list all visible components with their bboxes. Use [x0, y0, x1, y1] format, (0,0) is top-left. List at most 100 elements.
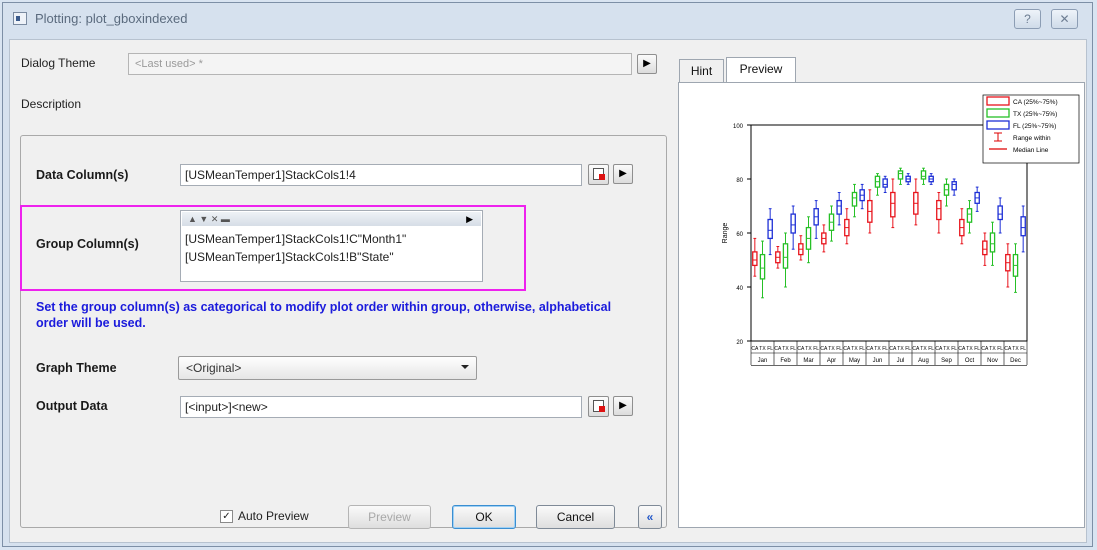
collapse-button[interactable]: « — [638, 505, 662, 529]
window-title: Plotting: plot_gboxindexed — [35, 11, 188, 26]
close-button[interactable]: ✕ — [1051, 9, 1078, 29]
x-sub-label: TX — [851, 346, 858, 352]
x-category-label: Oct — [965, 358, 975, 364]
x-sub-label: TX — [805, 346, 812, 352]
x-sub-label: FL — [928, 346, 934, 352]
legend-label: Median Line — [1013, 147, 1049, 154]
x-category-label: Aug — [918, 358, 929, 364]
x-sub-label: TX — [943, 346, 950, 352]
group-column-item[interactable]: [USMeanTemper1]StackCols1!B"State" — [185, 250, 394, 264]
legend-label: FL (25%~75%) — [1013, 123, 1056, 130]
legend-label: Range within — [1013, 135, 1051, 142]
x-category-label: Mar — [803, 358, 813, 364]
x-category-label: May — [849, 358, 860, 364]
group-columns-label: Group Column(s) — [36, 237, 139, 251]
x-sub-label: TX — [920, 346, 927, 352]
x-sub-label: CA — [1004, 346, 1012, 352]
x-sub-label: TX — [828, 346, 835, 352]
graph-theme-label: Graph Theme — [36, 361, 117, 375]
legend-label: CA (25%~75%) — [1013, 99, 1058, 106]
chevron-down-icon — [461, 365, 469, 369]
x-sub-label: TX — [989, 346, 996, 352]
x-sub-label: FL — [951, 346, 957, 352]
x-sub-label: TX — [782, 346, 789, 352]
dialog-theme-menu-button[interactable]: ▶ — [637, 54, 657, 74]
y-axis-label: Range — [722, 223, 729, 244]
x-category-label: Jun — [873, 358, 883, 364]
triangle-right-icon[interactable]: ▶ — [466, 212, 473, 226]
x-sub-label: FL — [882, 346, 888, 352]
y-tick-label: 20 — [736, 340, 743, 346]
x-category-label: Jan — [758, 358, 768, 364]
output-data-menu-button[interactable]: ▶ — [613, 396, 633, 416]
graph-theme-select[interactable]: <Original> — [178, 356, 477, 380]
x-sub-label: FL — [974, 346, 980, 352]
dialog-theme-label: Dialog Theme — [21, 56, 96, 70]
x-sub-label: TX — [897, 346, 904, 352]
triangle-right-icon: ▶ — [643, 58, 651, 69]
data-columns-picker-button[interactable] — [588, 164, 609, 185]
x-category-label: Dec — [1010, 358, 1021, 364]
triangle-right-icon: ▶ — [619, 400, 627, 411]
dialog-theme-combo[interactable]: <Last used> * — [128, 53, 632, 75]
triangle-right-icon: ▶ — [619, 168, 627, 179]
x-sub-label: TX — [966, 346, 973, 352]
x-sub-label: CA — [843, 346, 851, 352]
data-columns-menu-button[interactable]: ▶ — [613, 164, 633, 184]
y-tick-label: 100 — [733, 124, 744, 130]
group-order-note: Set the group column(s) as categorical t… — [36, 300, 612, 330]
preview-button[interactable]: Preview — [348, 505, 431, 529]
dialog-body: Dialog Theme <Last used> * ▶ Description… — [9, 39, 1087, 543]
graph-theme-value: <Original> — [186, 361, 242, 375]
title-bar: Plotting: plot_gboxindexed ? ✕ — [3, 3, 1092, 33]
auto-preview-checkbox[interactable]: ✓ — [220, 510, 233, 523]
x-sub-label: CA — [751, 346, 759, 352]
x-sub-label: FL — [859, 346, 865, 352]
x-sub-label: CA — [774, 346, 782, 352]
ok-button[interactable]: OK — [452, 505, 516, 529]
y-tick-label: 40 — [736, 286, 743, 292]
data-columns-label: Data Column(s) — [36, 168, 129, 182]
x-sub-label: CA — [912, 346, 920, 352]
box-chart: 20406080100RangeCA TX FLJanCA TX FLFebCA TX FL… — [722, 94, 1080, 366]
group-list-tool-icons[interactable]: ▲ ▼ ✕ ▬ — [182, 214, 230, 224]
x-sub-label: CA — [820, 346, 828, 352]
x-sub-label: FL — [997, 346, 1003, 352]
help-button[interactable]: ? — [1014, 9, 1041, 29]
legend-label: TX (25%~75%) — [1013, 111, 1057, 118]
x-sub-label: TX — [874, 346, 881, 352]
x-category-label: Feb — [780, 358, 791, 364]
settings-panel — [20, 135, 667, 528]
y-tick-label: 60 — [736, 232, 743, 238]
output-data-picker-button[interactable] — [588, 396, 609, 417]
x-category-label: Sep — [941, 358, 952, 364]
group-columns-list[interactable]: ▲ ▼ ✕ ▬ ▶ [USMeanTemper1]StackCols1!C"Mo… — [180, 210, 483, 282]
x-sub-label: FL — [767, 346, 773, 352]
tab-hint[interactable]: Hint — [679, 59, 724, 83]
x-category-label: Jul — [897, 358, 905, 364]
tab-preview[interactable]: Preview — [726, 57, 796, 83]
x-category-label: Apr — [827, 358, 836, 364]
x-sub-label: TX — [1012, 346, 1019, 352]
y-tick-label: 80 — [736, 178, 743, 184]
x-sub-label: FL — [1020, 346, 1026, 352]
group-list-toolbar[interactable]: ▲ ▼ ✕ ▬ ▶ — [182, 212, 481, 226]
data-columns-field[interactable]: [USMeanTemper1]StackCols1!4 — [180, 164, 582, 186]
x-sub-label: FL — [836, 346, 842, 352]
x-sub-label: FL — [790, 346, 796, 352]
dialog-icon — [13, 12, 27, 25]
x-sub-label: TX — [759, 346, 766, 352]
group-column-item[interactable]: [USMeanTemper1]StackCols1!C"Month1" — [185, 232, 406, 246]
x-sub-label: CA — [935, 346, 943, 352]
x-sub-label: CA — [797, 346, 805, 352]
cancel-button[interactable]: Cancel — [536, 505, 615, 529]
output-data-label: Output Data — [36, 399, 108, 413]
description-label: Description — [21, 97, 82, 111]
x-category-label: Nov — [987, 358, 998, 364]
x-sub-label: CA — [981, 346, 989, 352]
auto-preview-label[interactable]: Auto Preview — [238, 509, 309, 523]
x-sub-label: CA — [889, 346, 897, 352]
output-data-field[interactable]: [<input>]<new> — [180, 396, 582, 418]
x-axis-base — [751, 365, 1027, 366]
x-sub-label: CA — [866, 346, 874, 352]
